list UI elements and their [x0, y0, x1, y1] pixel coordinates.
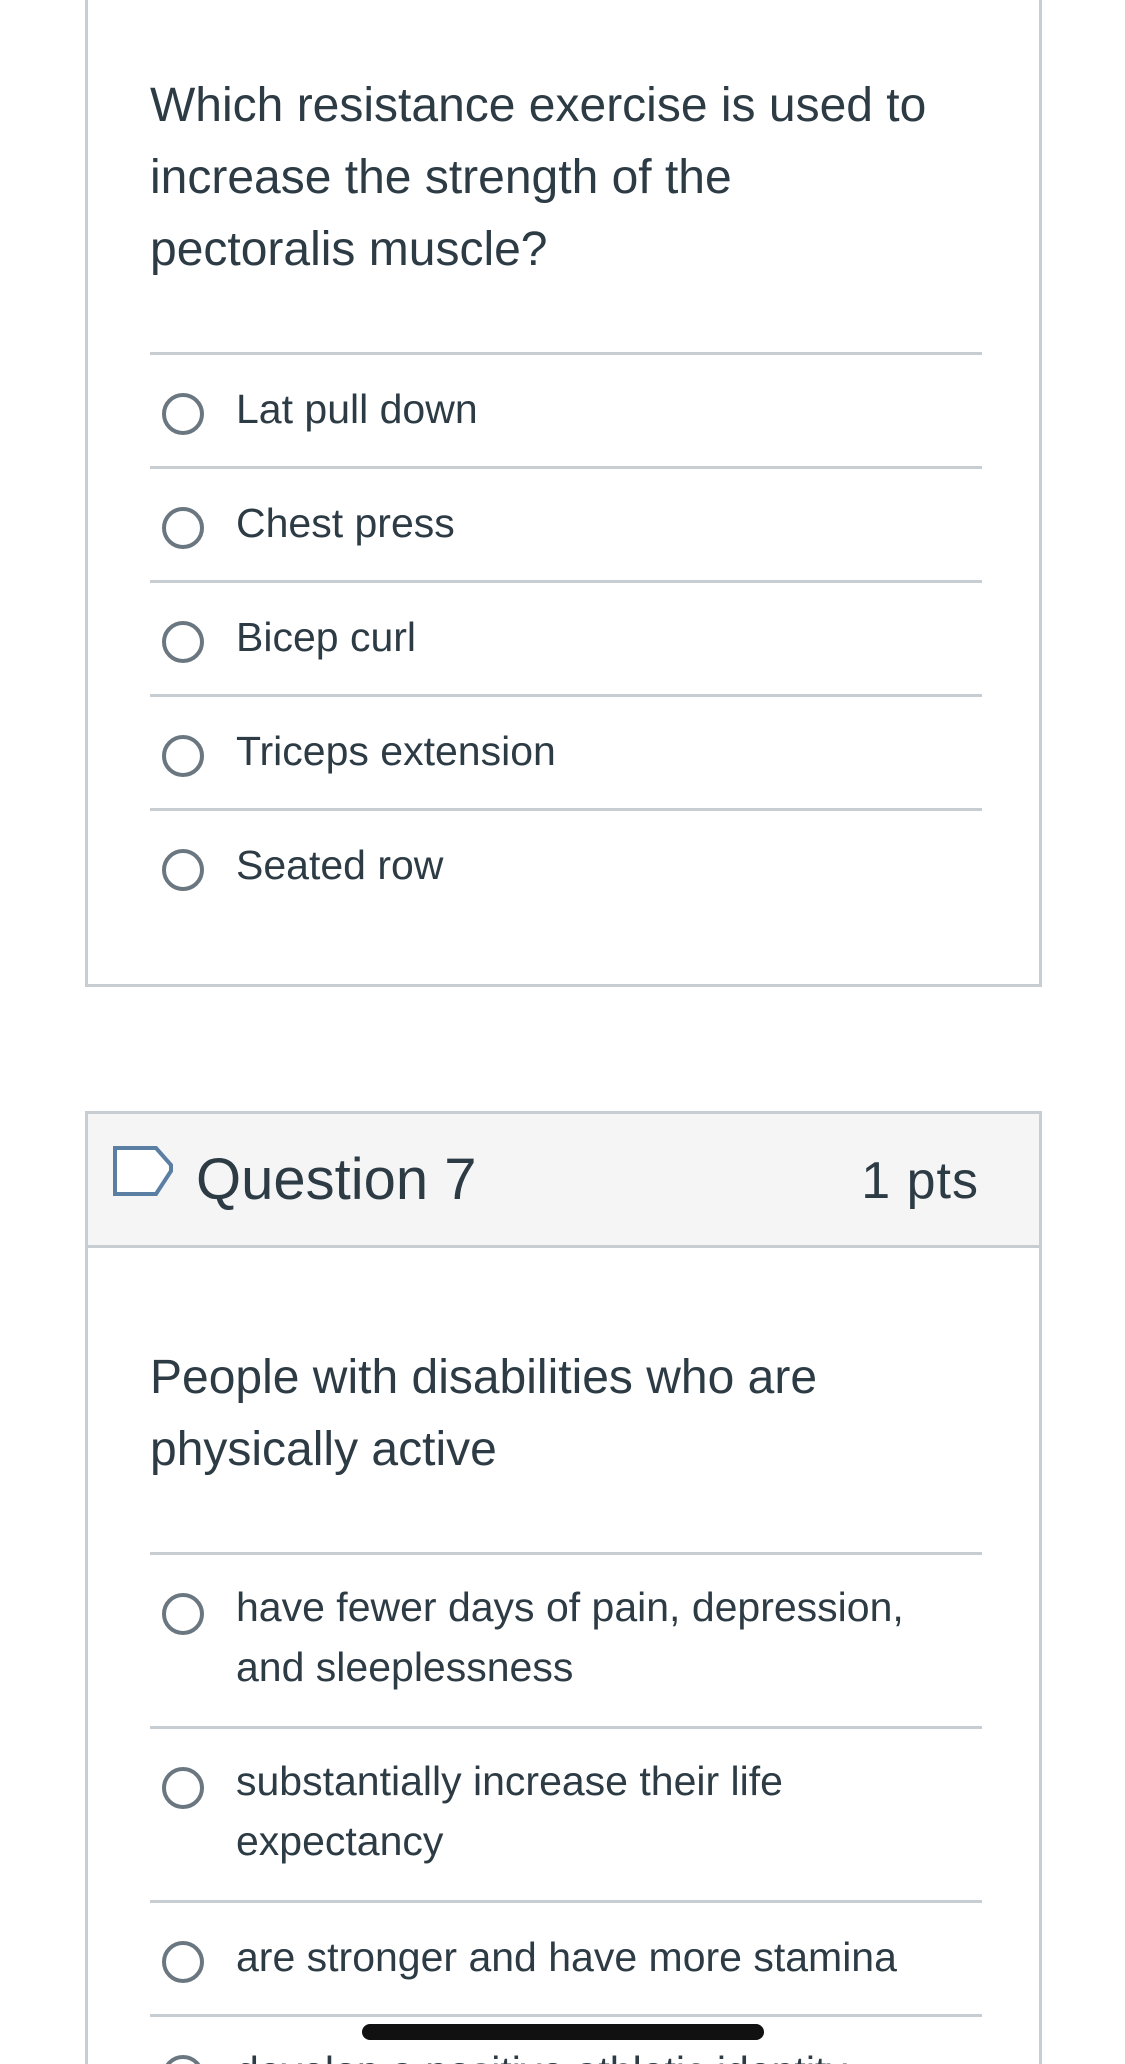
answer-label[interactable]: are stronger and have more stamina: [236, 1927, 976, 1987]
answer-option[interactable]: Seated row: [150, 808, 982, 922]
question-6-card: Which resistance exercise is used to inc…: [85, 0, 1042, 987]
answer-option[interactable]: are stronger and have more stamina: [150, 1900, 982, 2014]
radio-button[interactable]: [162, 507, 204, 549]
answer-label[interactable]: Chest press: [236, 493, 976, 553]
answer-option[interactable]: Triceps extension: [150, 694, 982, 808]
question-header: Question 7 1 pts: [88, 1114, 1039, 1248]
radio-button[interactable]: [162, 1767, 204, 1809]
answer-label[interactable]: Lat pull down: [236, 379, 976, 439]
answer-label[interactable]: have fewer days of pain, depression, and…: [236, 1577, 976, 1697]
answer-option[interactable]: Bicep curl: [150, 580, 982, 694]
answer-label[interactable]: substantially increase their life expect…: [236, 1751, 976, 1871]
answer-label[interactable]: develop a positive athletic identity: [236, 2041, 976, 2064]
radio-button[interactable]: [162, 1593, 204, 1635]
question-7-answers: have fewer days of pain, depression, and…: [150, 1552, 982, 2064]
radio-button[interactable]: [162, 2055, 204, 2064]
question-7-card: Question 7 1 pts People with disabilitie…: [85, 1111, 1042, 2064]
radio-button[interactable]: [162, 735, 204, 777]
bookmark-flag-icon[interactable]: [112, 1145, 174, 1197]
quiz-page: Which resistance exercise is used to inc…: [0, 0, 1125, 2064]
answer-label[interactable]: Bicep curl: [236, 607, 976, 667]
answer-label[interactable]: Seated row: [236, 835, 976, 895]
question-points: 1 pts: [861, 1152, 979, 1210]
radio-button[interactable]: [162, 393, 204, 435]
question-6-text: Which resistance exercise is used to inc…: [150, 79, 927, 276]
answer-option[interactable]: Lat pull down: [150, 352, 982, 466]
answer-label[interactable]: Triceps extension: [236, 721, 976, 781]
question-6-answers: Lat pull down Chest press Bicep curl Tri…: [150, 352, 982, 922]
answer-option[interactable]: have fewer days of pain, depression, and…: [150, 1552, 982, 1726]
question-title: Question 7: [196, 1147, 477, 1212]
answer-option[interactable]: Chest press: [150, 466, 982, 580]
question-7-text: People with disabilities who are physica…: [150, 1351, 818, 1476]
radio-button[interactable]: [162, 1941, 204, 1983]
answer-option[interactable]: substantially increase their life expect…: [150, 1726, 982, 1900]
home-indicator-bar[interactable]: [362, 2024, 764, 2040]
radio-button[interactable]: [162, 849, 204, 891]
radio-button[interactable]: [162, 621, 204, 663]
